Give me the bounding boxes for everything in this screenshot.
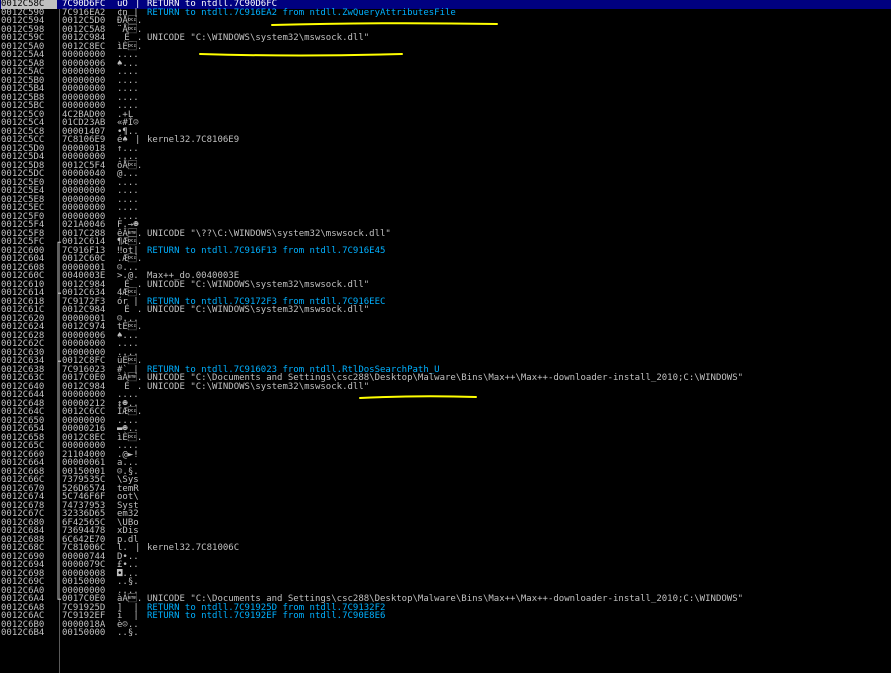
stack-comment: kernel32.7C8106E9 [147,135,240,145]
stack-address: 0012C6B4 [1,628,45,638]
stack-comment: kernel32.7C81006C [147,543,240,553]
stack-comment: RETURN to ntdll.7C916EA2 from ntdll.ZwQu… [147,7,456,18]
stack-comment: RETURN to ntdll.7C9192EF from ntdll.7C90… [147,611,386,621]
stack-comment: UNICODE "\??\C:\WINDOWS\system32\mswsock… [147,228,391,239]
stack-comment: RETURN to ntdll.7C916F13 from ntdll.7C91… [147,245,386,256]
stack-comment: UNICODE "C:\WINDOWS\system32\mswsock.dll… [147,279,370,290]
stack-row[interactable]: 0012C6B4 00150000 ..§. [0,629,891,638]
stack-ascii: ..§. [117,628,139,638]
stack-comment: UNICODE "C:\WINDOWS\system32\mswsock.dll… [147,33,370,43]
stack-comment: UNICODE "C:\WINDOWS\system32\mswsock.dll… [147,381,370,392]
stack-row[interactable]: 0012C5BC 00000000.... [0,102,891,111]
stack-comment: UNICODE "C:\WINDOWS\system32\mswsock.dll… [147,305,370,315]
stack-value: 00150000 [62,628,106,638]
stack-pane[interactable]: 0012C58C 7C90D6FC üÖ| RETURN to ntdll.7C90… [0,0,891,673]
stack-rows: 0012C58C 7C90D6FC üÖ| RETURN to ntdll.7C90… [0,0,891,638]
